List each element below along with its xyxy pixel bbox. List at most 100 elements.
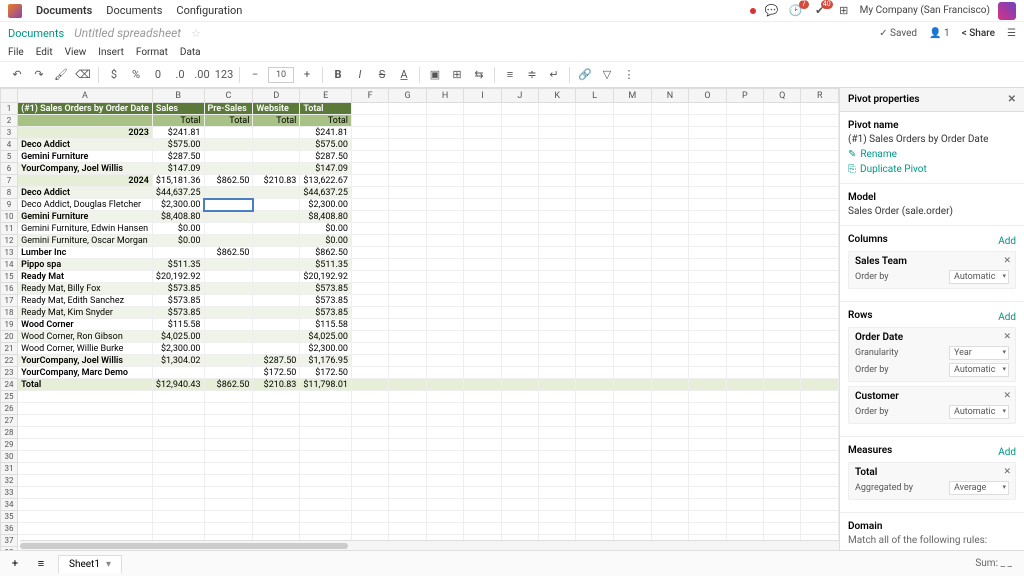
fs-dec[interactable]: − — [246, 66, 264, 84]
pivot-cell[interactable]: $13,622.67 — [300, 175, 352, 187]
settings-icon[interactable]: ☰ — [1007, 28, 1016, 39]
col-header[interactable]: A — [18, 89, 153, 103]
sheet-tab[interactable]: Sheet1 ▾ — [58, 555, 122, 573]
col-header[interactable]: D — [253, 89, 300, 103]
pivot-cell[interactable] — [253, 331, 300, 343]
pivot-cell[interactable] — [253, 319, 300, 331]
col-header[interactable]: Q — [764, 89, 801, 103]
pivot-cell[interactable] — [204, 355, 253, 367]
pivot-cell[interactable]: $147.09 — [152, 163, 204, 175]
app-name[interactable]: Documents — [36, 4, 92, 17]
font-size[interactable]: 10 — [268, 67, 294, 83]
pivot-row-label[interactable]: Gemini Furniture, Edwin Hansen — [18, 223, 153, 235]
pivot-cell[interactable]: $511.35 — [152, 259, 204, 271]
duplicate-link[interactable]: ⎘ Duplicate Pivot — [848, 164, 1016, 175]
agg-select[interactable]: Average — [949, 481, 1009, 495]
pivot-cell[interactable] — [204, 295, 253, 307]
fill-icon[interactable]: ▣ — [426, 66, 444, 84]
pivot-cell[interactable] — [152, 247, 204, 259]
pivot-cell[interactable]: $0.00 — [152, 223, 204, 235]
col-header[interactable]: L — [576, 89, 613, 103]
pivot-cell[interactable]: $15,181.36 — [152, 175, 204, 187]
menu-format[interactable]: Format — [136, 47, 168, 58]
col-header[interactable]: M — [613, 89, 651, 103]
pivot-cell[interactable]: $4,025.00 — [152, 331, 204, 343]
pivot-cell[interactable]: $287.50 — [300, 151, 352, 163]
fmt-dec1[interactable]: .0 — [171, 66, 189, 84]
pivot-cell[interactable] — [253, 235, 300, 247]
italic-icon[interactable]: I — [351, 66, 369, 84]
pivot-cell[interactable]: $575.00 — [300, 139, 352, 151]
col-header[interactable]: B — [152, 89, 204, 103]
pivot-cell[interactable] — [204, 211, 253, 223]
menu-data[interactable]: Data — [180, 47, 201, 58]
pivot-cell[interactable]: $115.58 — [152, 319, 204, 331]
pivot-cell[interactable]: $210.83 — [253, 175, 300, 187]
redo-icon[interactable]: ↷ — [30, 66, 48, 84]
pivot-row-label[interactable]: Pippo spa — [18, 259, 153, 271]
pivot-cell[interactable]: $862.50 — [204, 175, 253, 187]
color-icon[interactable]: A — [395, 66, 413, 84]
pivot-cell[interactable] — [253, 127, 300, 139]
pivot-cell[interactable]: $241.81 — [300, 127, 352, 139]
pivot-cell[interactable]: $287.50 — [152, 151, 204, 163]
pivot-cell[interactable] — [204, 139, 253, 151]
pivot-row-label[interactable]: Wood Corner, Willie Burke — [18, 343, 153, 355]
pivot-cell[interactable] — [253, 211, 300, 223]
pivot-cell[interactable]: $2,300.00 — [152, 343, 204, 355]
pivot-cell[interactable] — [204, 343, 253, 355]
sheet-list-icon[interactable]: ≡ — [32, 555, 50, 573]
col-header[interactable]: H — [426, 89, 464, 103]
user-avatar[interactable] — [998, 2, 1016, 20]
pivot-cell[interactable]: $573.85 — [152, 307, 204, 319]
pivot-cell[interactable] — [253, 199, 300, 211]
share-button[interactable]: < Share — [962, 28, 995, 39]
orderby-select[interactable]: Automatic — [949, 363, 1009, 377]
link-icon[interactable]: 🔗 — [576, 66, 594, 84]
pivot-row-label[interactable]: Gemini Furniture — [18, 211, 153, 223]
pivot-cell[interactable] — [253, 295, 300, 307]
pivot-row-label[interactable]: Deco Addict, Douglas Fletcher — [18, 199, 153, 211]
pivot-row-label[interactable]: Deco Addict — [18, 187, 153, 199]
rename-link[interactable]: ✎ Rename — [848, 149, 1016, 160]
horizontal-scrollbar[interactable] — [20, 540, 839, 550]
more-icon[interactable]: ⋮ — [620, 66, 638, 84]
remove-dim-icon[interactable]: ✕ — [1003, 332, 1011, 342]
pivot-cell[interactable] — [253, 343, 300, 355]
pivot-cell[interactable] — [204, 187, 253, 199]
pivot-cell[interactable]: $4,025.00 — [300, 331, 352, 343]
pivot-cell[interactable]: $573.85 — [300, 307, 352, 319]
pivot-cell[interactable] — [253, 223, 300, 235]
pivot-cell[interactable]: $172.50 — [300, 367, 352, 379]
pivot-cell[interactable]: $511.35 — [300, 259, 352, 271]
orderby-select[interactable]: Automatic — [949, 405, 1009, 419]
pivot-row-label[interactable]: Ready Mat, Billy Fox — [18, 283, 153, 295]
nav-documents[interactable]: Documents — [106, 4, 162, 17]
pivot-cell[interactable] — [204, 271, 253, 283]
chat-icon[interactable]: 💬 — [764, 3, 780, 19]
col-header[interactable]: O — [689, 89, 726, 103]
merge-icon[interactable]: ⇆ — [470, 66, 488, 84]
pivot-cell[interactable] — [253, 163, 300, 175]
pivot-cell[interactable]: $862.50 — [300, 247, 352, 259]
pivot-cell[interactable]: $287.50 — [253, 355, 300, 367]
pivot-cell[interactable]: $1,176.95 — [300, 355, 352, 367]
pivot-row-label[interactable]: Ready Mat — [18, 271, 153, 283]
pivot-row-label[interactable]: Gemini Furniture, Oscar Morgan — [18, 235, 153, 247]
fmt-dec2[interactable]: .00 — [193, 66, 211, 84]
pivot-cell[interactable] — [204, 223, 253, 235]
pivot-cell[interactable]: $0.00 — [300, 235, 352, 247]
pivot-row-label[interactable]: Wood Corner — [18, 319, 153, 331]
pivot-cell[interactable]: $0.00 — [152, 235, 204, 247]
pivot-row-label[interactable]: YourCompany, Joel Willis — [18, 355, 153, 367]
fmt-percent[interactable]: % — [127, 66, 145, 84]
pivot-cell[interactable]: $172.50 — [253, 367, 300, 379]
row-header[interactable]: 1 — [1, 103, 18, 115]
pivot-cell[interactable] — [253, 259, 300, 271]
menu-view[interactable]: View — [65, 47, 87, 58]
pivot-cell[interactable] — [204, 367, 253, 379]
pivot-cell[interactable]: $115.58 — [300, 319, 352, 331]
strike-icon[interactable]: S — [373, 66, 391, 84]
remove-dim-icon[interactable]: ✕ — [1003, 391, 1011, 401]
add-row-link[interactable]: Add — [998, 312, 1016, 323]
